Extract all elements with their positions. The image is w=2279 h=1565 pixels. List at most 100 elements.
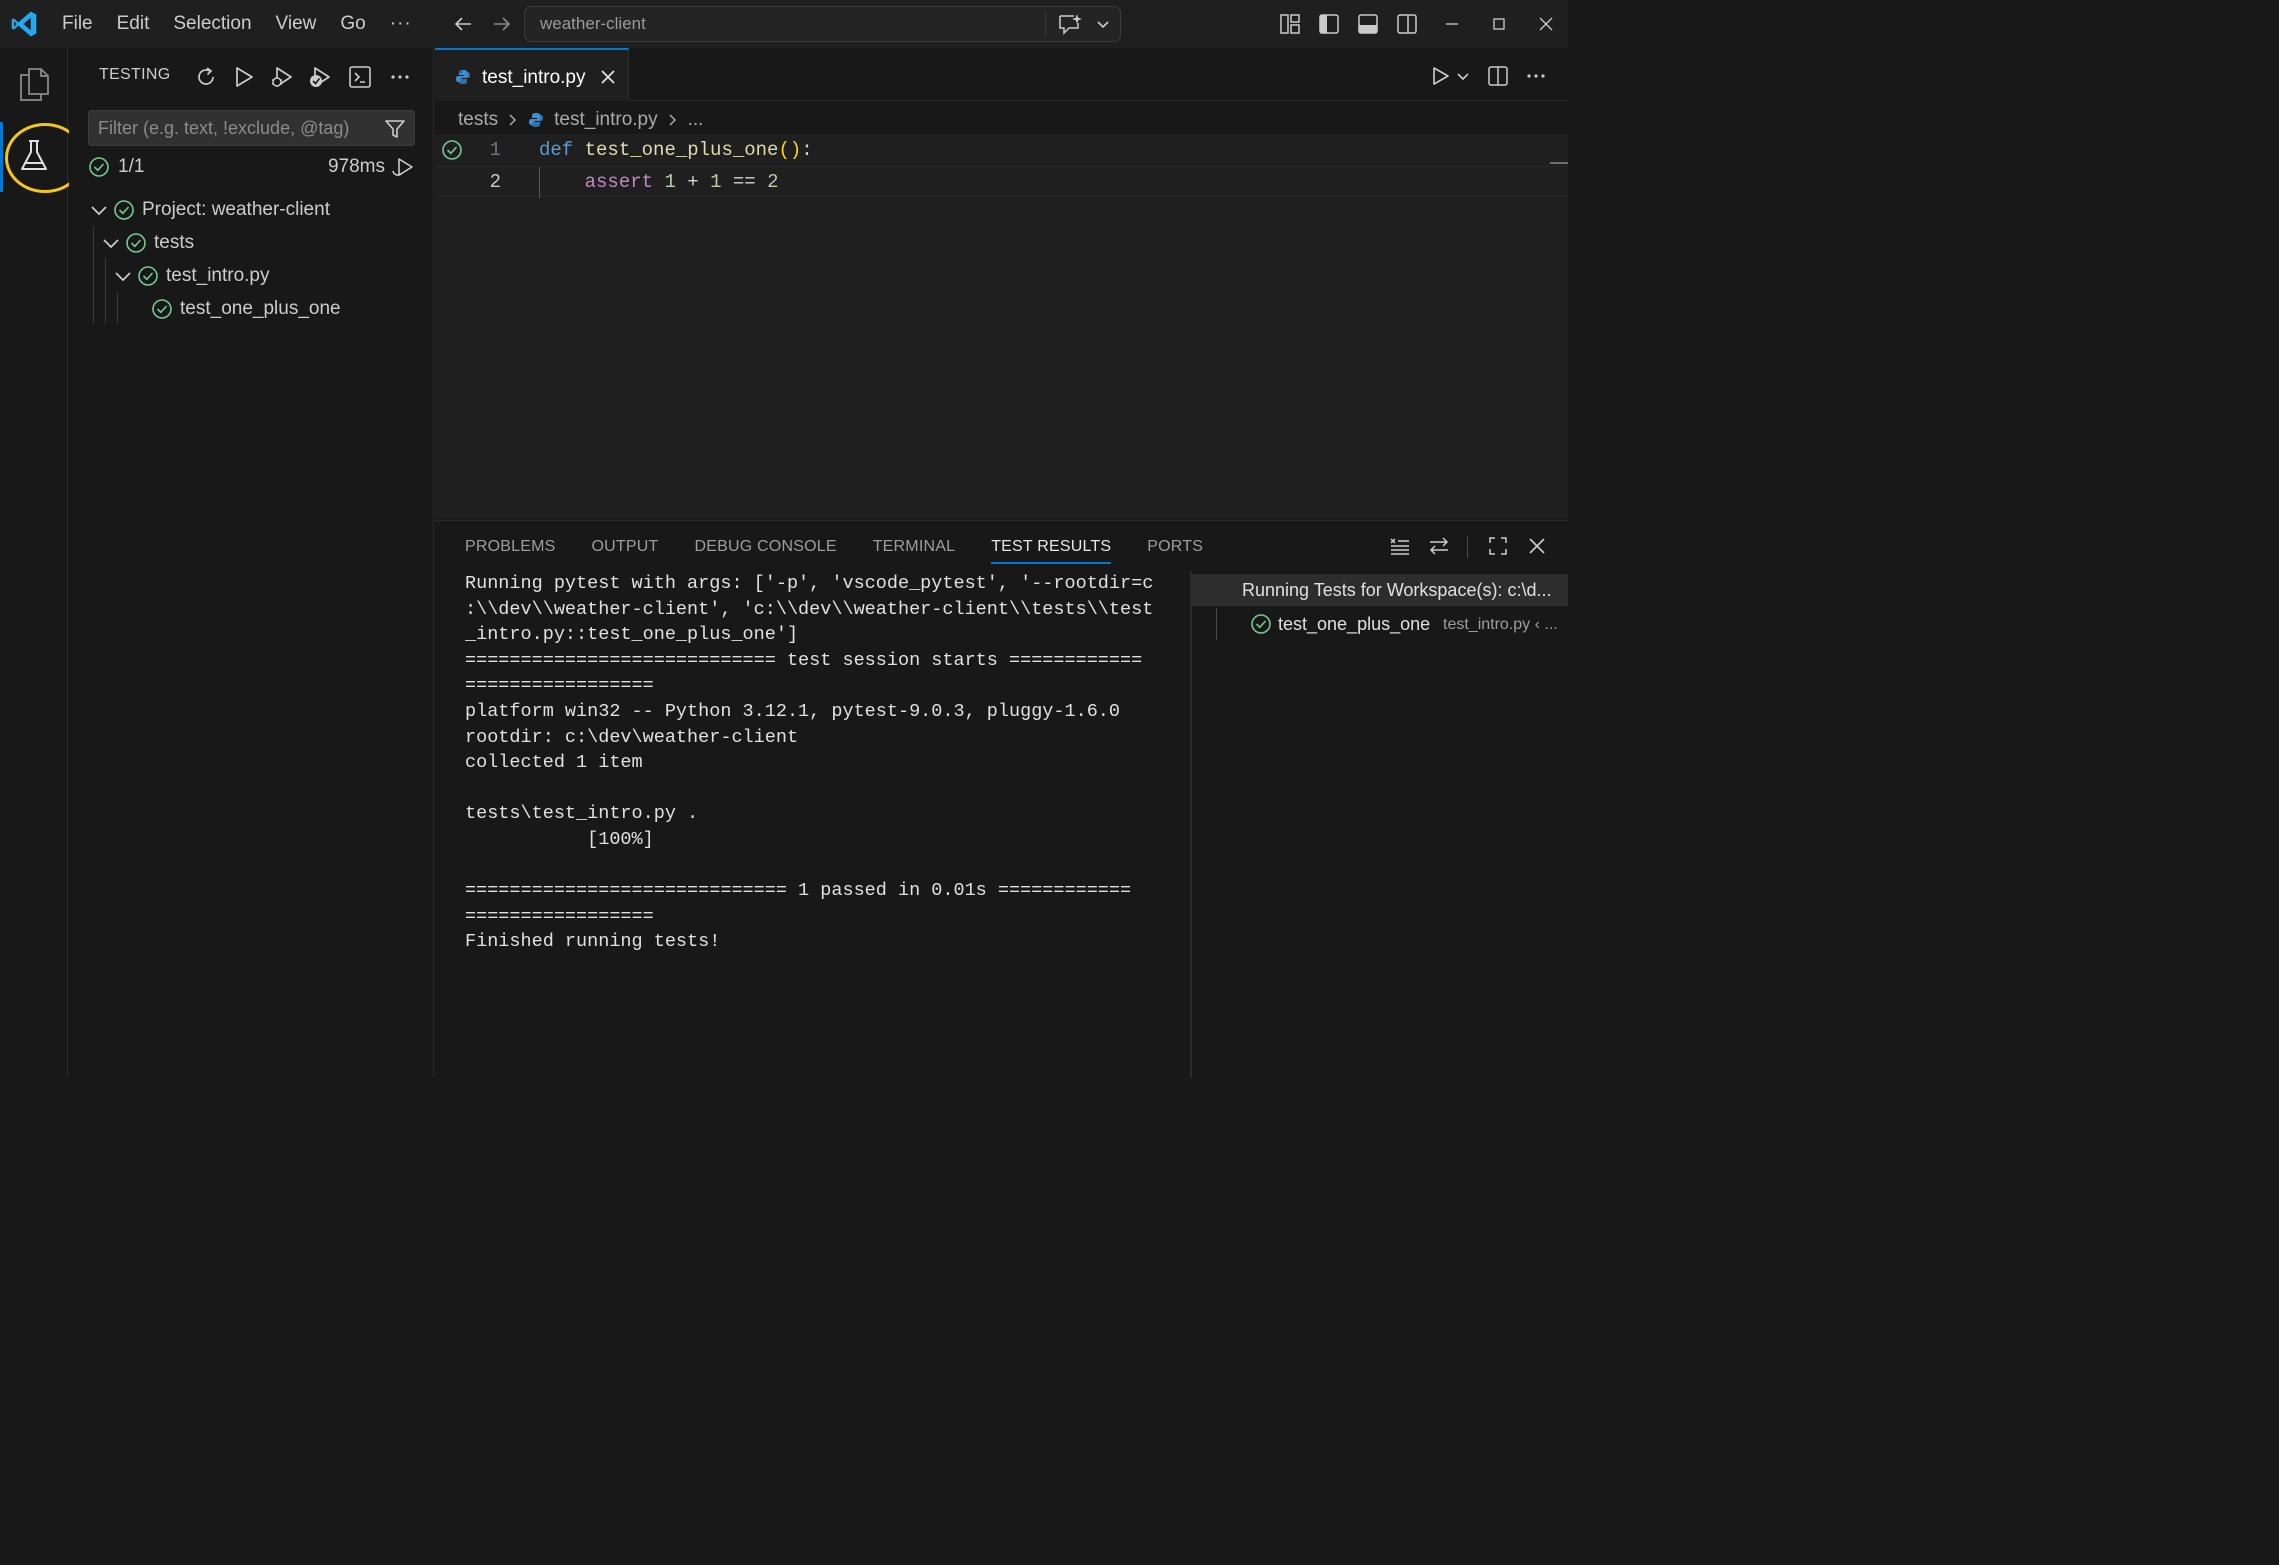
- results-test-location: test_intro.py ‹ ...: [1443, 616, 1558, 633]
- output-line: =================: [465, 905, 654, 927]
- menu-selection[interactable]: Selection: [161, 0, 263, 48]
- toggle-view-icon[interactable]: [1427, 534, 1451, 558]
- test-output-log[interactable]: Running pytest with args: ['-p', 'vscode…: [465, 571, 1173, 1071]
- activity-bar: [0, 48, 85, 1077]
- tab-problems[interactable]: PROBLEMS: [465, 521, 556, 571]
- test-filter-input[interactable]: [89, 111, 374, 145]
- code-token: 1: [710, 171, 722, 193]
- results-run-header[interactable]: Running Tests for Workspace(s): c:\d...: [1192, 574, 1568, 606]
- tree-item-test-file[interactable]: test_intro.py: [113, 260, 270, 292]
- close-tab-icon[interactable]: [599, 68, 617, 86]
- vscode-logo-icon: [11, 11, 37, 37]
- tab-ports[interactable]: PORTS: [1147, 521, 1203, 571]
- breadcrumb: tests test_intro.py ...: [458, 106, 703, 134]
- panel-tabs: PROBLEMS OUTPUT DEBUG CONSOLE TERMINAL T…: [465, 521, 1239, 571]
- toggle-panel-icon[interactable]: [1356, 12, 1380, 36]
- command-center-label: weather-client: [540, 14, 646, 33]
- command-center-divider: [1045, 13, 1046, 35]
- output-line: collected 1 item: [465, 752, 643, 774]
- minimap-indicator: [1550, 162, 1568, 164]
- tab-output[interactable]: OUTPUT: [592, 521, 659, 571]
- code-text: assert 1 + 1 == 2: [539, 167, 779, 198]
- chat-sparkle-icon[interactable]: [1057, 13, 1083, 35]
- forward-arrow-icon[interactable]: [490, 12, 514, 36]
- menu-more-button[interactable]: ···: [378, 13, 424, 35]
- output-line: Finished running tests!: [465, 931, 721, 953]
- maximize-icon[interactable]: [1487, 12, 1511, 36]
- chevron-down-icon[interactable]: [113, 266, 133, 286]
- more-actions-icon[interactable]: [387, 64, 413, 90]
- output-line: ============================ test sessio…: [465, 649, 1143, 671]
- chevron-down-icon[interactable]: [1455, 64, 1471, 88]
- rerun-last-icon[interactable]: [391, 155, 415, 179]
- filter-funnel-icon[interactable]: [383, 117, 407, 141]
- passed-check-icon: [126, 233, 146, 253]
- code-line: 1 def test_one_plus_one():: [435, 135, 1568, 166]
- menu-view[interactable]: View: [264, 0, 329, 48]
- show-output-icon[interactable]: [347, 64, 373, 90]
- tree-item-project[interactable]: Project: weather-client: [89, 194, 330, 226]
- output-line: [100%]: [465, 828, 654, 850]
- code-token: def: [539, 139, 574, 161]
- close-panel-icon[interactable]: [1525, 534, 1549, 558]
- run-all-icon[interactable]: [231, 64, 257, 90]
- refresh-icon[interactable]: [193, 64, 219, 90]
- results-test-item[interactable]: test_one_plus_one test_intro.py ‹ ...: [1192, 608, 1568, 640]
- chevron-down-icon[interactable]: [89, 200, 109, 220]
- test-summary-bar: 1/1 978ms: [88, 152, 415, 182]
- code-token: 2: [767, 171, 779, 193]
- run-file-icon[interactable]: [1428, 64, 1452, 88]
- menu-edit[interactable]: Edit: [105, 0, 162, 48]
- tab-debug-console[interactable]: DEBUG CONSOLE: [695, 521, 837, 571]
- minimize-icon[interactable]: [1440, 12, 1464, 36]
- code-text: def test_one_plus_one():: [539, 135, 813, 166]
- tree-item-label: test_intro.py: [166, 265, 270, 286]
- toggle-secondary-sidebar-icon[interactable]: [1395, 12, 1419, 36]
- code-token: assert: [584, 171, 654, 193]
- breadcrumb-item-symbol[interactable]: ...: [688, 109, 704, 131]
- tab-test-intro[interactable]: test_intro.py: [435, 48, 629, 101]
- collapse-all-icon[interactable]: [1388, 534, 1412, 558]
- explorer-files-icon[interactable]: [16, 66, 52, 102]
- close-window-icon[interactable]: [1534, 12, 1558, 36]
- code-token: +: [675, 171, 711, 193]
- back-arrow-icon[interactable]: [451, 12, 475, 36]
- tree-indent-guide: [93, 226, 94, 324]
- tab-test-results[interactable]: TEST RESULTS: [991, 521, 1112, 571]
- debug-all-icon[interactable]: [269, 64, 295, 90]
- test-results-tree: Running Tests for Workspace(s): c:\d... …: [1192, 571, 1568, 1078]
- output-line: ============================= 1 passed i…: [465, 880, 1132, 902]
- maximize-panel-icon[interactable]: [1486, 534, 1510, 558]
- run-coverage-icon[interactable]: [307, 64, 333, 90]
- passed-check-icon: [138, 266, 158, 286]
- tree-indent-guide: [1216, 608, 1217, 640]
- line-number: 2: [489, 171, 501, 193]
- toggle-sidebar-icon[interactable]: [1317, 12, 1341, 36]
- tab-terminal[interactable]: TERMINAL: [873, 521, 956, 571]
- tree-item-tests-folder[interactable]: tests: [101, 227, 194, 259]
- customize-layout-icon[interactable]: [1278, 12, 1302, 36]
- output-line: Running pytest with args: ['-p', 'vscode…: [465, 573, 1154, 594]
- breadcrumb-item-file[interactable]: test_intro.py: [554, 109, 658, 131]
- python-file-icon: [456, 70, 470, 84]
- chevron-down-icon[interactable]: [1095, 16, 1111, 32]
- menu-file[interactable]: File: [50, 0, 105, 48]
- title-bar: File Edit Selection View Go ··· weather-…: [0, 0, 1568, 48]
- test-passed-gutter-icon[interactable]: [441, 139, 463, 161]
- output-line: _intro.py::test_one_plus_one']: [465, 624, 799, 646]
- tree-indent-guide: [117, 292, 118, 324]
- command-center-search[interactable]: weather-client: [524, 6, 1121, 42]
- split-editor-icon[interactable]: [1486, 64, 1510, 88]
- tree-item-test-case[interactable]: test_one_plus_one: [151, 293, 341, 325]
- more-actions-icon[interactable]: [1524, 64, 1548, 88]
- breadcrumb-item-folder[interactable]: tests: [458, 109, 498, 131]
- code-editor[interactable]: 1 def test_one_plus_one(): 2 assert 1 + …: [435, 134, 1568, 519]
- code-token: ==: [721, 171, 768, 193]
- menu-go[interactable]: Go: [328, 0, 377, 48]
- chevron-down-icon[interactable]: [101, 233, 121, 253]
- output-line: rootdir: c:\dev\weather-client: [465, 726, 799, 748]
